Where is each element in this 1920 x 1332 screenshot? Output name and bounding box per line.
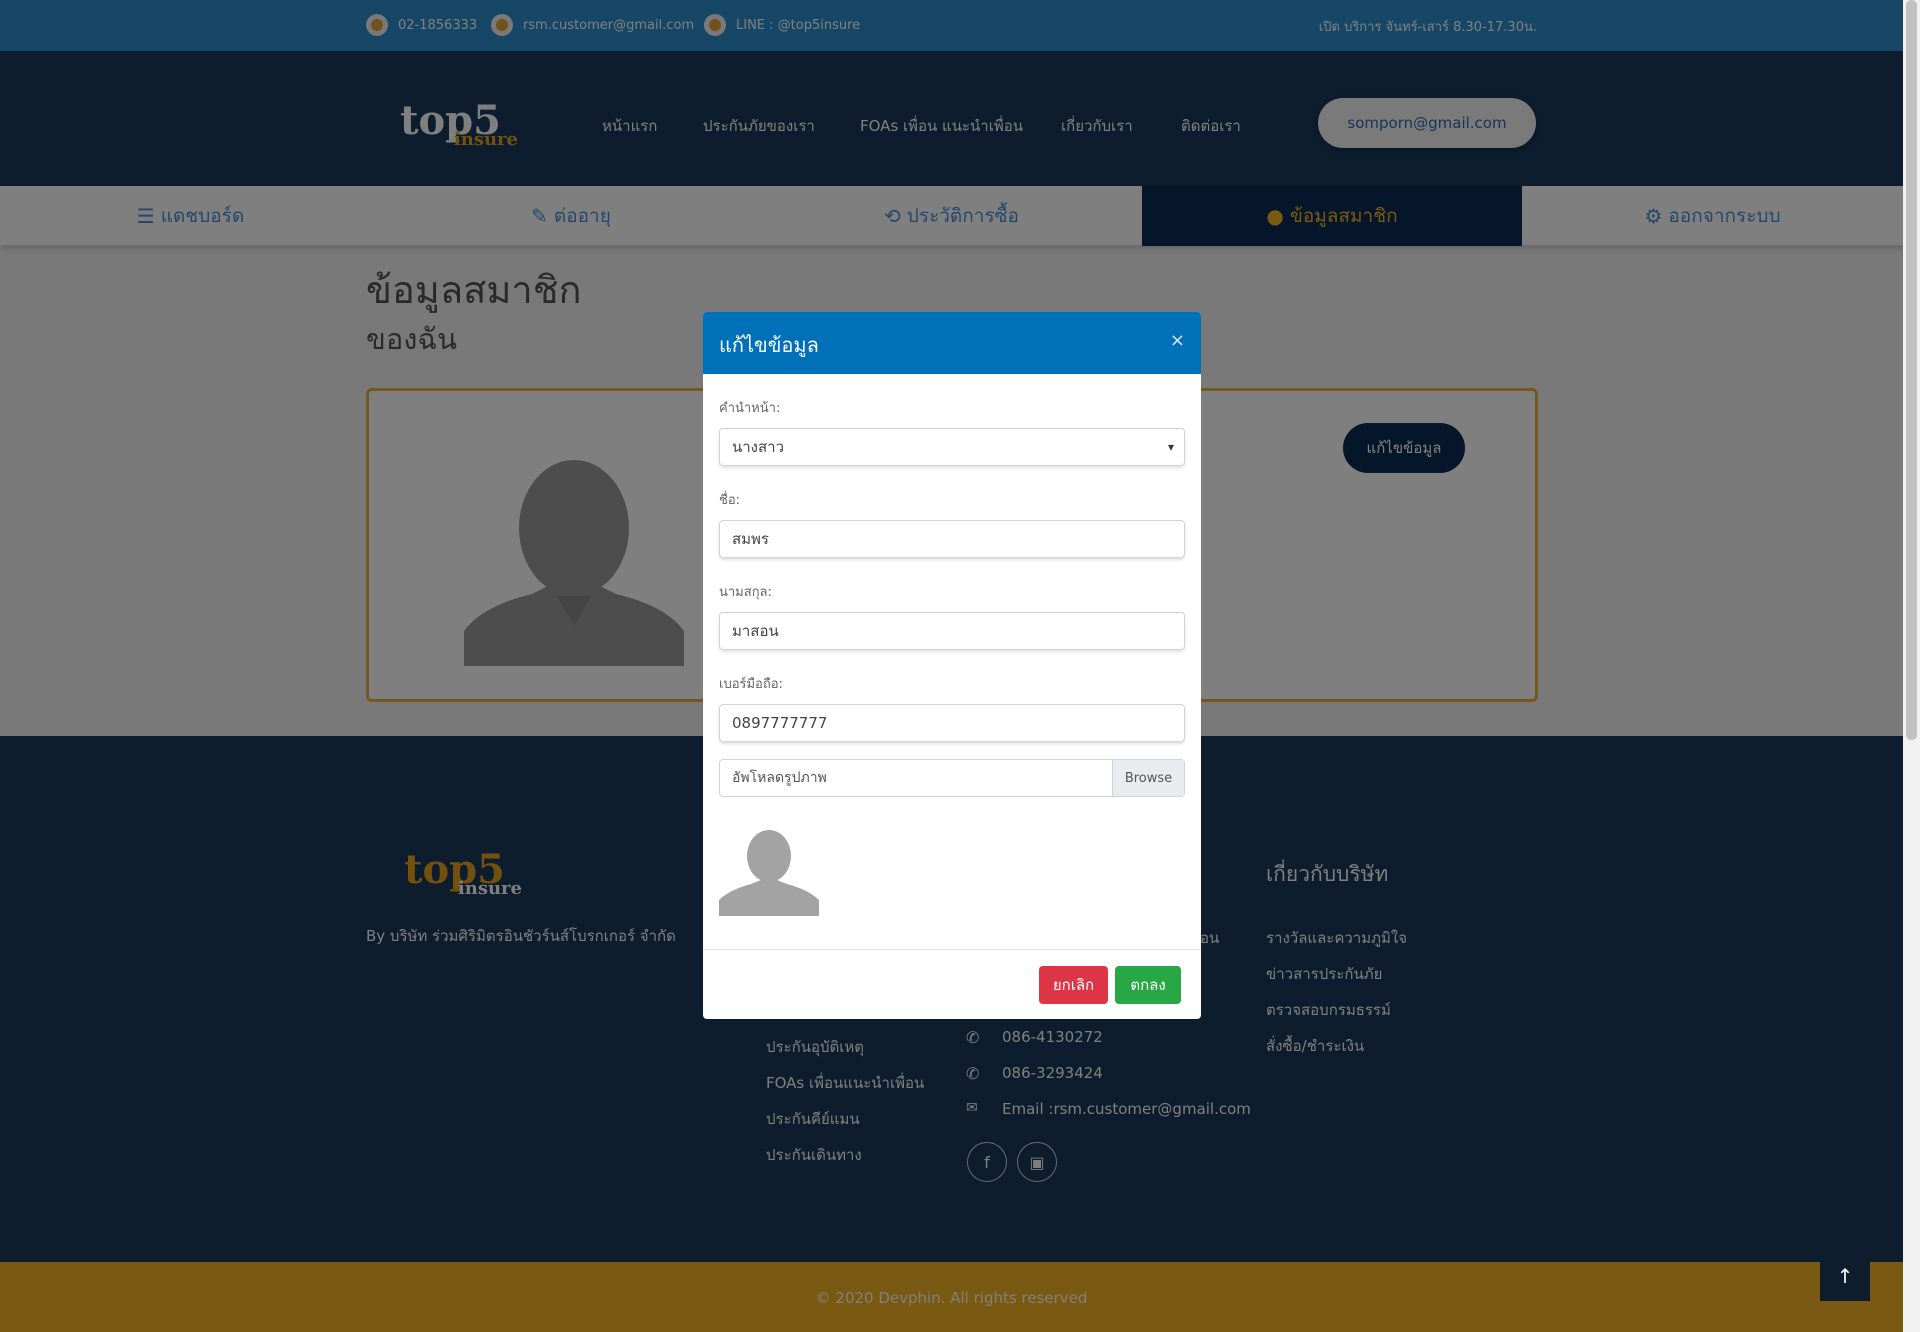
- close-icon[interactable]: ×: [1170, 330, 1185, 351]
- firstname-label: ชื่อ:: [719, 493, 741, 508]
- firstname-input[interactable]: สมพร: [719, 520, 1185, 558]
- modal-header: แก้ไขข้อมูล ×: [703, 312, 1201, 374]
- mobile-label: เบอร์มือถือ:: [719, 677, 783, 692]
- lastname-label: นามสกุล:: [719, 585, 772, 600]
- photo-upload-field[interactable]: อัพโหลดรูปภาพ Browse: [719, 759, 1185, 797]
- chevron-down-icon: ▾: [1167, 440, 1174, 454]
- lastname-input[interactable]: มาสอน: [719, 612, 1185, 650]
- page-scrollbar[interactable]: [1903, 0, 1920, 1332]
- prefix-select[interactable]: นางสาว ▾: [719, 428, 1185, 466]
- prefix-label: คำนำหน้า:: [719, 401, 781, 416]
- browse-button[interactable]: Browse: [1112, 760, 1184, 796]
- scroll-to-top-button[interactable]: ↑: [1820, 1251, 1870, 1301]
- confirm-button[interactable]: ตกลง: [1115, 966, 1181, 1004]
- prefix-select-value: นางสาว: [732, 438, 785, 456]
- arrow-up-icon: ↑: [1836, 1264, 1854, 1288]
- modal-title: แก้ไขข้อมูล: [719, 333, 819, 357]
- cancel-button[interactable]: ยกเลิก: [1039, 966, 1108, 1004]
- scrollbar-thumb[interactable]: [1906, 0, 1917, 740]
- avatar-preview: [719, 830, 819, 916]
- modal-footer: ยกเลิก ตกลง: [703, 949, 1201, 1019]
- mobile-input[interactable]: 0897777777: [719, 704, 1185, 742]
- edit-profile-modal: แก้ไขข้อมูล × คำนำหน้า: นางสาว ▾ ชื่อ: ส…: [703, 312, 1201, 1019]
- upload-placeholder: อัพโหลดรูปภาพ: [732, 770, 827, 786]
